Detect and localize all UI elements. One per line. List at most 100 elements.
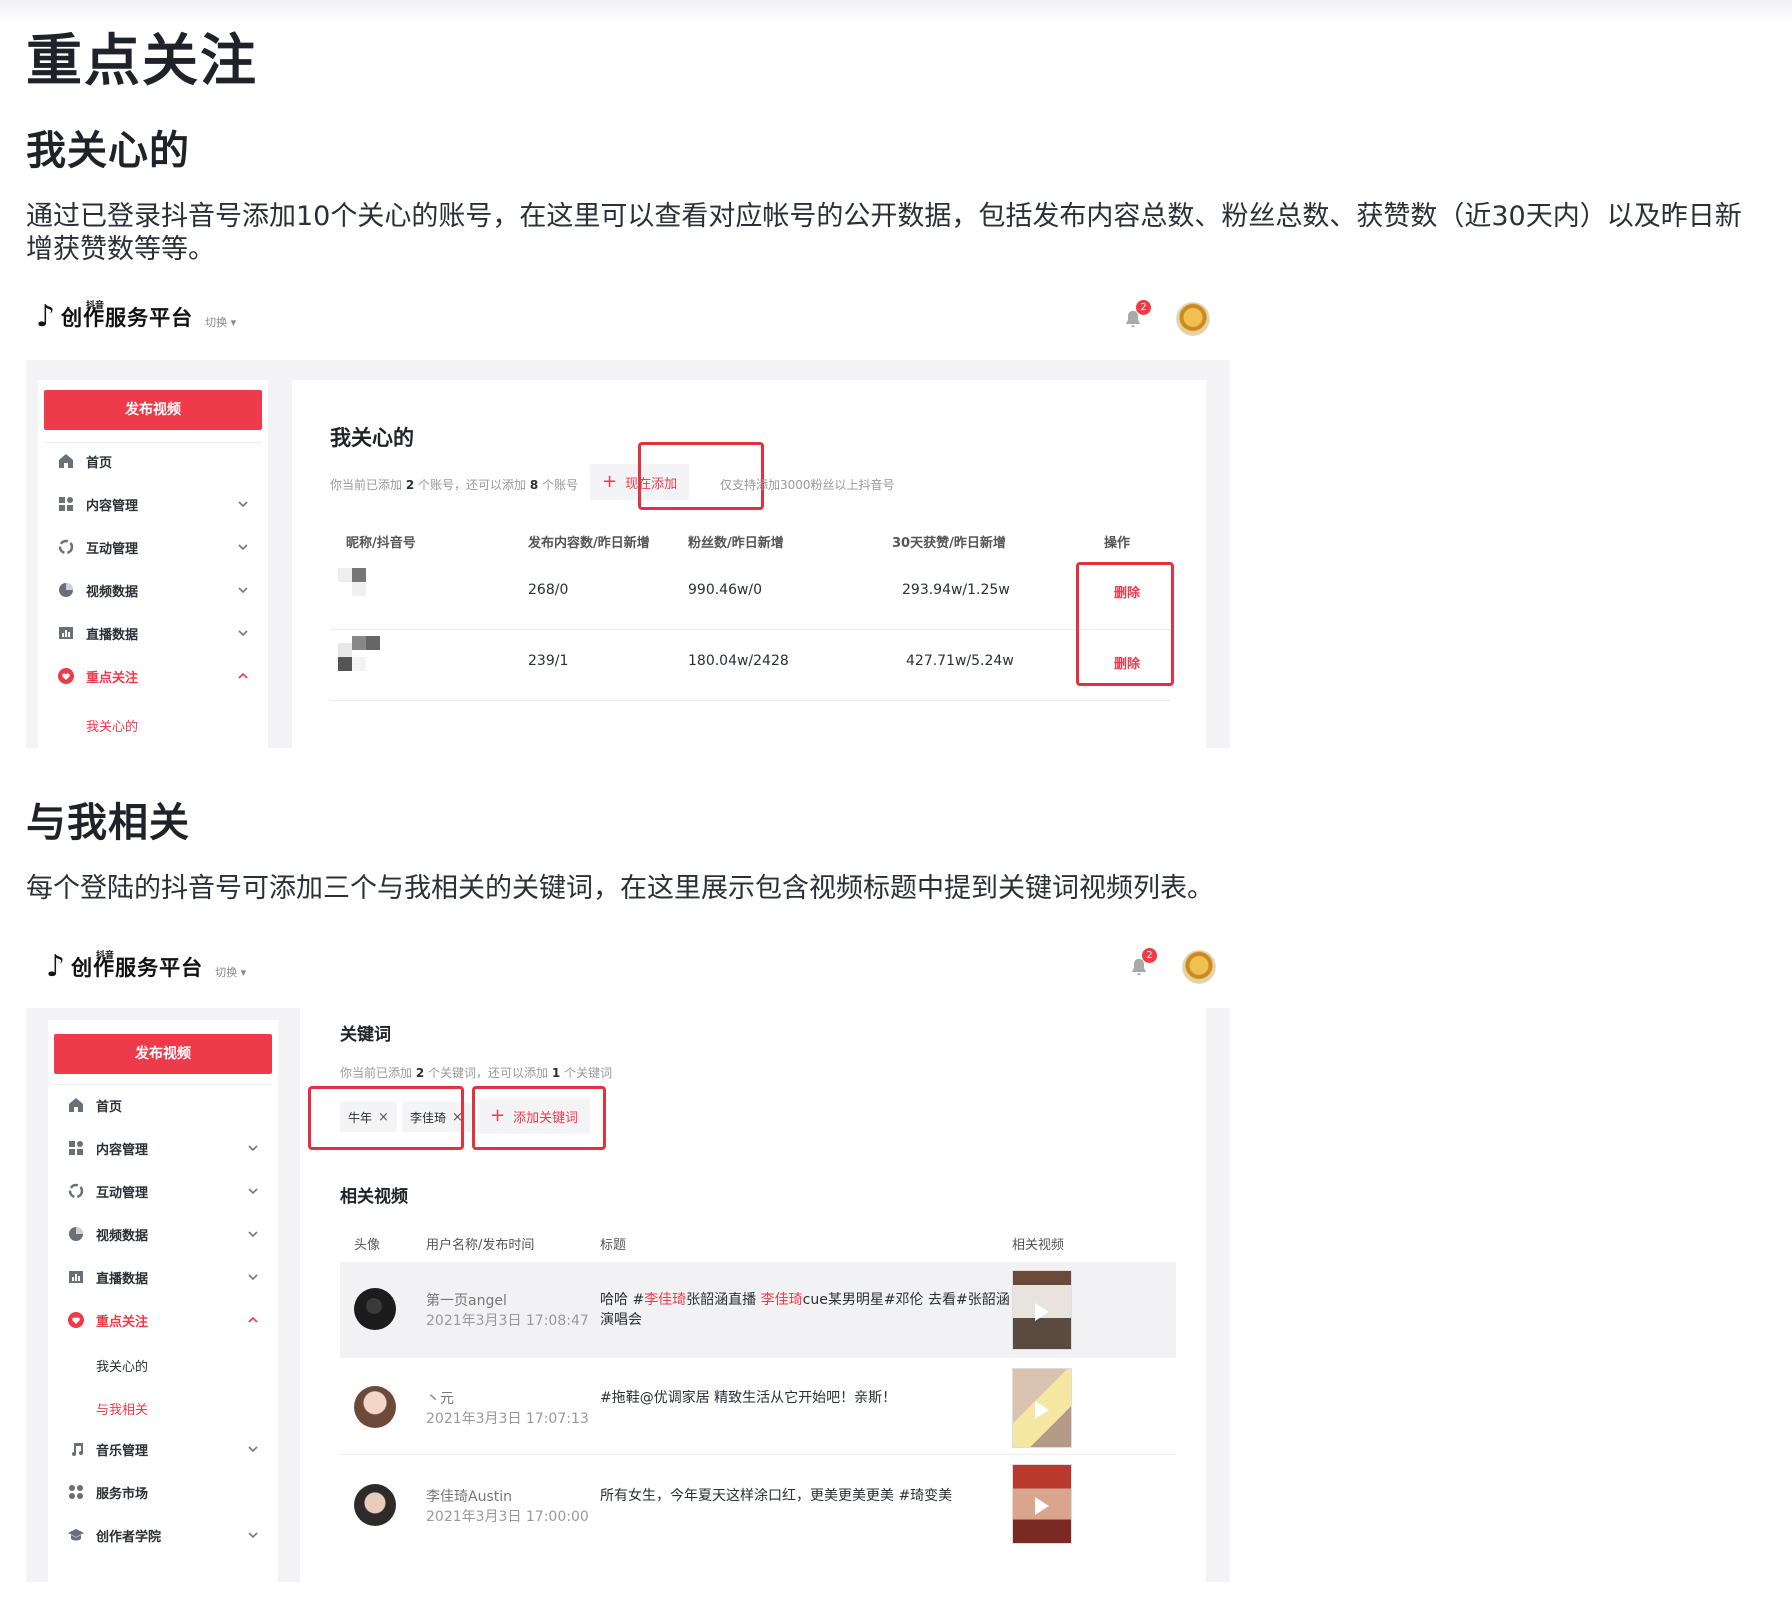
chevron-down-icon xyxy=(238,630,248,637)
sidebar-item-music[interactable]: 音乐管理 xyxy=(54,1434,272,1464)
keywords-hint: 你当前已添加 2 个关键词，还可以添加 1 个关键词 xyxy=(340,1064,612,1081)
sidebar-item-interaction[interactable]: 互动管理 xyxy=(44,532,262,562)
sidebar-item-content[interactable]: 内容管理 xyxy=(54,1133,272,1163)
column-header-avatar: 头像 xyxy=(354,1238,381,1253)
avatar-pixel xyxy=(352,582,366,596)
sidebar-item-home[interactable]: 首页 xyxy=(44,446,262,476)
sidebar-label-interaction: 互动管理 xyxy=(96,1185,149,1201)
sidebar-subitem-related[interactable]: 与我相关 xyxy=(96,1399,148,1418)
care-panel: 我关心的 你当前已添加 2 个账号，还可以添加 8 个账号 + 现在添加 仅支持… xyxy=(292,380,1206,748)
keywords-panel: 关键词 你当前已添加 2 个关键词，还可以添加 1 个关键词 牛年 × 李佳琦 … xyxy=(300,1008,1206,1582)
sidebar-item-focus[interactable]: 重点关注 xyxy=(54,1305,272,1335)
sidebar: 发布视频 首页 内容管理 互动管理 视频数据 xyxy=(48,1020,278,1582)
sidebar-item-live-data[interactable]: 直播数据 xyxy=(54,1262,272,1292)
care-title: 我关心的 xyxy=(330,426,414,450)
cell-likes: 293.94w/1.25w xyxy=(902,582,1010,598)
sidebar-label-content: 内容管理 xyxy=(86,498,139,514)
sidebar-label-video-data: 视频数据 xyxy=(86,584,139,600)
keywords-remaining-count: 1 xyxy=(551,1066,561,1080)
sidebar-subitem-mine[interactable]: 我关心的 xyxy=(86,716,138,735)
sidebar: 发布视频 首页 内容管理 互动管理 视频数据 xyxy=(38,380,268,748)
care-hint: 你当前已添加 2 个账号，还可以添加 8 个账号 xyxy=(330,476,578,493)
chevron-down-icon xyxy=(248,1274,258,1281)
play-icon xyxy=(1035,1303,1049,1321)
video-thumbnail[interactable] xyxy=(1012,1368,1072,1448)
grid-icon xyxy=(66,1138,86,1158)
user-avatar[interactable] xyxy=(1176,302,1210,336)
bar-chart-icon xyxy=(56,623,76,643)
switch-label: 切换 xyxy=(205,316,228,329)
chevron-down-icon xyxy=(238,587,248,594)
video-title[interactable]: 哈哈 #李佳琦张韶涵直播 李佳琦cue某男明星#邓伦 去看#张韶涵 演唱会 xyxy=(600,1290,1010,1330)
row-divider xyxy=(340,1454,1176,1455)
chevron-down-icon xyxy=(248,1145,258,1152)
care-hint-post: 个账号 xyxy=(542,478,579,492)
cell-fans: 990.46w/0 xyxy=(688,582,763,598)
publish-video-button[interactable]: 发布视频 xyxy=(54,1034,272,1074)
avatar-pixel xyxy=(338,568,352,582)
care-screenshot: ♪ 抖音 创作服务平台 切换 ▾ 2 发布视频 首页 内容管理 互动管理 视频数… xyxy=(26,288,1230,748)
switch-label: 切换 xyxy=(215,966,238,979)
plus-icon: + xyxy=(602,471,618,492)
sidebar-label-interaction: 互动管理 xyxy=(86,541,139,557)
app-body: 发布视频 首页 内容管理 互动管理 视频数据 xyxy=(26,1008,1230,1582)
brand-logo[interactable]: ♪ 抖音 创作服务平台 切换 ▾ xyxy=(36,299,236,334)
sidebar-item-video-data[interactable]: 视频数据 xyxy=(44,575,262,605)
chevron-up-icon xyxy=(238,672,248,679)
video-user-name[interactable]: 李佳琦Austin xyxy=(426,1486,512,1506)
sidebar-item-market[interactable]: 服务市场 xyxy=(54,1477,272,1507)
sidebar-divider xyxy=(44,442,262,443)
keywords-hint-mid: 个关键词，还可以添加 xyxy=(428,1066,549,1080)
user-avatar[interactable] xyxy=(1182,950,1216,984)
video-thumbnail[interactable] xyxy=(1012,1464,1072,1544)
music-icon xyxy=(66,1439,86,1459)
sidebar-label-video-data: 视频数据 xyxy=(96,1228,149,1244)
douyin-note-icon: ♪ xyxy=(46,949,66,984)
video-user-name[interactable]: 第一页angel xyxy=(426,1290,507,1310)
row-divider xyxy=(330,700,1170,701)
sidebar-label-live-data: 直播数据 xyxy=(96,1271,149,1287)
grid-icon xyxy=(56,494,76,514)
section-heading-care: 我关心的 xyxy=(26,128,190,174)
keyword-highlight: 李佳琦 xyxy=(644,1292,687,1308)
sidebar-item-video-data[interactable]: 视频数据 xyxy=(54,1219,272,1249)
brand-title: 创作服务平台 xyxy=(71,956,204,980)
sidebar-item-interaction[interactable]: 互动管理 xyxy=(54,1176,272,1206)
sidebar-label-focus: 重点关注 xyxy=(96,1314,149,1330)
play-icon xyxy=(1035,1497,1049,1515)
douyin-note-icon: ♪ xyxy=(36,299,56,334)
avatar xyxy=(354,1386,396,1428)
sidebar-subitem-mine[interactable]: 我关心的 xyxy=(96,1356,148,1375)
avatar xyxy=(354,1288,396,1330)
sidebar-item-content[interactable]: 内容管理 xyxy=(44,489,262,519)
brand-small-label: 抖音 xyxy=(96,951,115,961)
sidebar-item-live-data[interactable]: 直播数据 xyxy=(44,618,262,648)
switch-dropdown[interactable]: 切换 ▾ xyxy=(215,964,246,980)
publish-video-button[interactable]: 发布视频 xyxy=(44,390,262,430)
avatar-pixel xyxy=(338,643,352,657)
sidebar-item-focus[interactable]: 重点关注 xyxy=(44,661,262,691)
care-note: 仅支持添加3000粉丝以上抖音号 xyxy=(720,478,895,492)
section-paragraph-care: 通过已登录抖音号添加10个关心的账号，在这里可以查看对应帐号的公开数据，包括发布… xyxy=(26,201,1742,265)
avatar-pixel xyxy=(352,568,366,582)
video-title-part: 张韶涵直播 xyxy=(686,1292,761,1308)
app-body: 发布视频 首页 内容管理 互动管理 视频数据 xyxy=(26,360,1230,748)
switch-dropdown[interactable]: 切换 ▾ xyxy=(205,314,236,330)
highlight-box-delete xyxy=(1076,562,1174,686)
video-title-part: 哈哈 # xyxy=(600,1292,645,1308)
sidebar-item-home[interactable]: 首页 xyxy=(54,1090,272,1120)
column-header-nickname: 昵称/抖音号 xyxy=(346,536,416,551)
video-thumbnail[interactable] xyxy=(1012,1270,1072,1350)
video-title[interactable]: 所有女生，今年夏天这样涂口红，更美更美更美 #琦变美 xyxy=(600,1486,1010,1506)
brand-logo[interactable]: ♪ 抖音 创作服务平台 切换 ▾ xyxy=(46,949,246,984)
keywords-hint-post: 个关键词 xyxy=(564,1066,613,1080)
avatar xyxy=(354,1484,396,1526)
column-header-video: 相关视频 xyxy=(1012,1238,1065,1253)
related-screenshot: ♪ 抖音 创作服务平台 切换 ▾ 2 发布视频 首页 内容管理 互动管理 视频数… xyxy=(26,936,1230,1582)
sidebar-item-academy[interactable]: 创作者学院 xyxy=(54,1520,272,1550)
video-title[interactable]: #拖鞋@优调家居 精致生活从它开始吧！亲斯！ xyxy=(600,1388,1010,1408)
sidebar-label-academy: 创作者学院 xyxy=(96,1529,162,1545)
heart-icon xyxy=(56,666,76,686)
column-header-action: 操作 xyxy=(1104,536,1131,551)
video-user-name[interactable]: 丶元 xyxy=(426,1388,454,1408)
